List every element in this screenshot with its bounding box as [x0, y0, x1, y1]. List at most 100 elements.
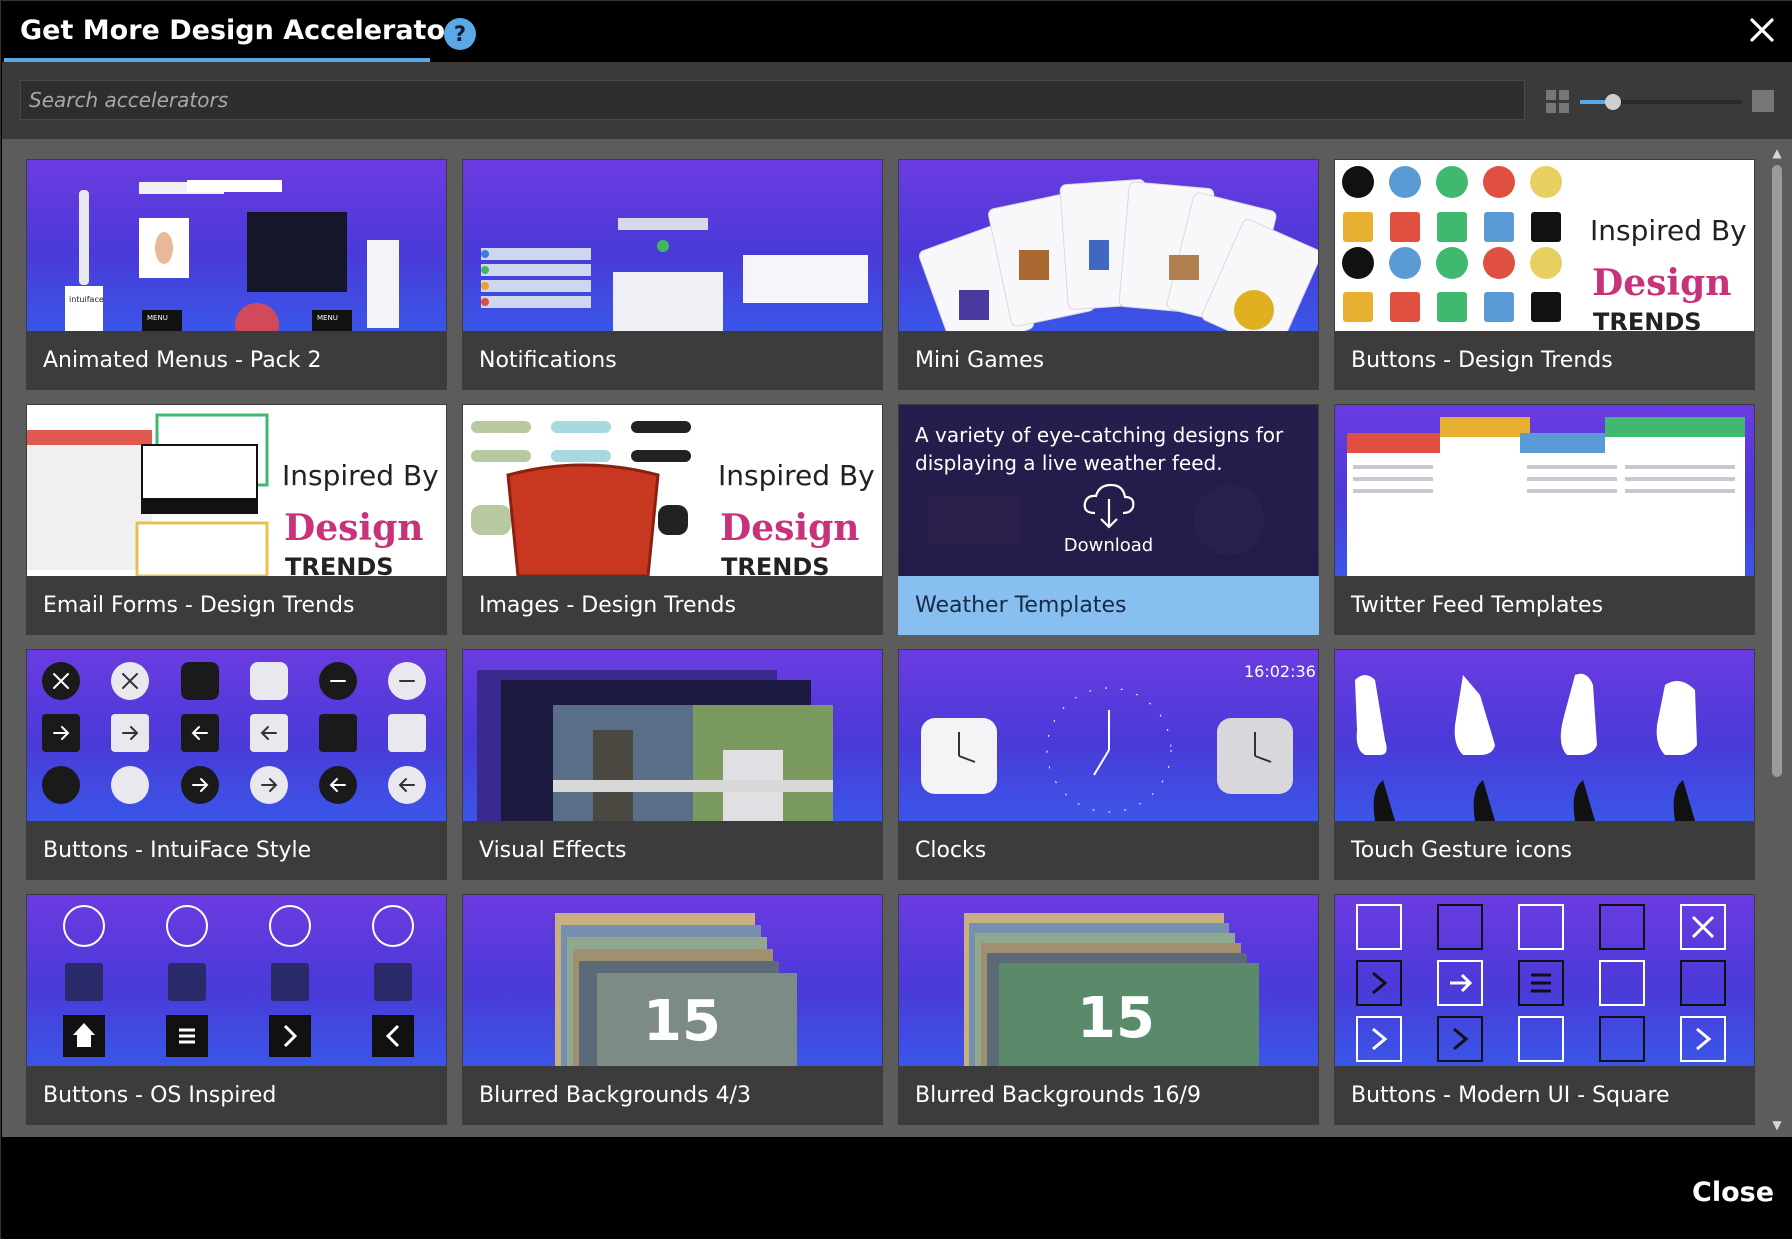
large-grid-icon[interactable]: [1752, 90, 1774, 112]
card-title: Weather Templates: [915, 593, 1127, 618]
card-caption: Buttons - IntuiFace Style: [26, 821, 447, 880]
card-title: Buttons - Modern UI - Square: [1351, 1083, 1670, 1108]
card-title: Buttons - OS Inspired: [43, 1083, 277, 1108]
menu-label: MENU: [317, 314, 338, 322]
os-buttons-preview-image: [63, 905, 414, 1057]
toolbar: [2, 62, 1792, 139]
close-button[interactable]: Close: [1692, 1177, 1774, 1208]
accelerator-card[interactable]: Buttons - IntuiFace Style: [26, 649, 447, 880]
blurred-backgrounds-16-9-image: 15: [964, 913, 1259, 1066]
accelerator-card[interactable]: Inspired By Design TRENDS Images - Desig…: [462, 404, 883, 635]
digital-clock-text: 16:02:36: [1244, 662, 1316, 681]
card-thumbnail: [463, 650, 882, 821]
twitter-feed-preview-image: [1347, 417, 1745, 576]
card-title: Images - Design Trends: [479, 593, 736, 618]
design-text: Design: [284, 507, 423, 549]
dialog-footer: Close: [2, 1137, 1792, 1239]
card-thumbnail: 15: [463, 895, 882, 1066]
images-preview-image: Inspired By Design TRENDS: [471, 421, 875, 576]
accelerator-card[interactable]: 15 Blurred Backgrounds 16/9: [898, 894, 1319, 1125]
design-trends-buttons-image: Inspired By Design TRENDS: [1342, 166, 1747, 331]
inspired-by-text: Inspired By: [282, 459, 439, 492]
card-thumbnail: [1335, 405, 1754, 576]
card-caption: Buttons - Modern UI - Square: [1334, 1066, 1755, 1125]
card-thumbnail: Inspired By Design TRENDS: [27, 405, 446, 576]
card-title: Touch Gesture icons: [1351, 838, 1572, 863]
menu-label: MENU: [147, 314, 168, 322]
title-bar: Get More Design Accelerators ?: [1, 1, 1792, 62]
card-caption: Touch Gesture icons: [1334, 821, 1755, 880]
vertical-scrollbar[interactable]: ▲ ▼: [1764, 139, 1790, 1137]
card-title: Buttons - IntuiFace Style: [43, 838, 312, 863]
accelerator-card[interactable]: Buttons - Modern UI - Square: [1334, 894, 1755, 1125]
dialog-title: Get More Design Accelerators: [20, 15, 475, 46]
accelerator-card[interactable]: Touch Gesture icons: [1334, 649, 1755, 880]
card-thumbnail: [463, 160, 882, 331]
accelerator-card[interactable]: Mini Games: [898, 159, 1319, 390]
card-caption: Email Forms - Design Trends: [26, 576, 447, 635]
intuiface-buttons-preview-image: [42, 662, 426, 804]
scroll-up-icon[interactable]: ▲: [1770, 147, 1784, 159]
card-thumbnail: [1335, 895, 1754, 1066]
inspired-by-text: Inspired By: [718, 459, 875, 492]
accelerator-card[interactable]: 16:02:36 Clocks: [898, 649, 1319, 880]
search-input[interactable]: [20, 80, 1525, 120]
title-tab: Get More Design Accelerators: [4, 1, 474, 62]
mini-games-preview-image: [918, 179, 1318, 331]
accelerator-card[interactable]: Inspired By Design TRENDS Buttons - Desi…: [1334, 159, 1755, 390]
trends-text: TRENDS: [721, 553, 830, 576]
card-thumbnail: [27, 650, 446, 821]
card-thumbnail: 15: [899, 895, 1318, 1066]
accelerator-card[interactable]: Visual Effects: [462, 649, 883, 880]
blurred-backgrounds-4-3-image: 15: [555, 913, 797, 1066]
scroll-down-icon[interactable]: ▼: [1770, 1119, 1784, 1131]
count-label: 15: [1077, 986, 1155, 1051]
card-title: Twitter Feed Templates: [1351, 593, 1604, 618]
accelerator-card[interactable]: Buttons - OS Inspired: [26, 894, 447, 1125]
card-thumbnail: Inspired By Design TRENDS: [463, 405, 882, 576]
card-caption: Blurred Backgrounds 16/9: [898, 1066, 1319, 1125]
accelerator-card[interactable]: Notifications: [462, 159, 883, 390]
menus-preview-image: intuiface MENU MENU: [65, 180, 399, 331]
card-caption: Notifications: [462, 331, 883, 390]
card-caption: Blurred Backgrounds 4/3: [462, 1066, 883, 1125]
close-icon[interactable]: [1745, 13, 1779, 47]
card-title: Notifications: [479, 348, 617, 373]
card-title: Clocks: [915, 838, 987, 863]
card-caption: Animated Menus - Pack 2: [26, 331, 447, 390]
touch-gestures-preview-image: [1355, 673, 1697, 821]
card-thumbnail: 16:02:36: [899, 650, 1318, 821]
card-title: Email Forms - Design Trends: [43, 593, 355, 618]
accelerator-card[interactable]: A variety of eye-catching designs for di…: [898, 404, 1319, 635]
trends-text: TRENDS: [1593, 308, 1702, 331]
card-caption: Visual Effects: [462, 821, 883, 880]
accelerator-card[interactable]: intuiface MENU MENU Animated Menus - Pac…: [26, 159, 447, 390]
card-thumbnail: [27, 895, 446, 1066]
zoom-slider[interactable]: [1580, 90, 1742, 114]
email-forms-preview-image: Inspired By Design TRENDS: [27, 413, 439, 576]
accelerator-gallery: intuiface MENU MENU Animated Menus - Pac…: [2, 139, 1792, 1137]
trends-text: TRENDS: [285, 553, 394, 576]
card-caption: Twitter Feed Templates: [1334, 576, 1755, 635]
design-text: Design: [720, 507, 859, 549]
zoom-slider-thumb[interactable]: [1604, 94, 1621, 110]
design-text: Design: [1592, 262, 1731, 304]
download-icon[interactable]: [1081, 481, 1137, 529]
card-title: Buttons - Design Trends: [1351, 348, 1613, 373]
card-thumbnail: [899, 160, 1318, 331]
card-title: Blurred Backgrounds 4/3: [479, 1083, 751, 1108]
scrollbar-thumb[interactable]: [1772, 165, 1782, 777]
card-caption: Buttons - Design Trends: [1334, 331, 1755, 390]
small-grid-icon[interactable]: [1546, 90, 1570, 114]
accelerator-card[interactable]: 15 Blurred Backgrounds 4/3: [462, 894, 883, 1125]
count-label: 15: [643, 989, 721, 1054]
download-button[interactable]: Download: [899, 535, 1318, 556]
accelerator-card[interactable]: Twitter Feed Templates: [1334, 404, 1755, 635]
help-button[interactable]: ?: [444, 18, 476, 50]
card-thumbnail: intuiface MENU MENU: [27, 160, 446, 331]
card-title: Mini Games: [915, 348, 1045, 373]
accelerator-card[interactable]: Inspired By Design TRENDS Email Forms - …: [26, 404, 447, 635]
card-title: Visual Effects: [479, 838, 627, 863]
accelerators-dialog: Get More Design Accelerators ? Search ac…: [0, 0, 1792, 1239]
notifications-preview-image: [481, 218, 868, 331]
